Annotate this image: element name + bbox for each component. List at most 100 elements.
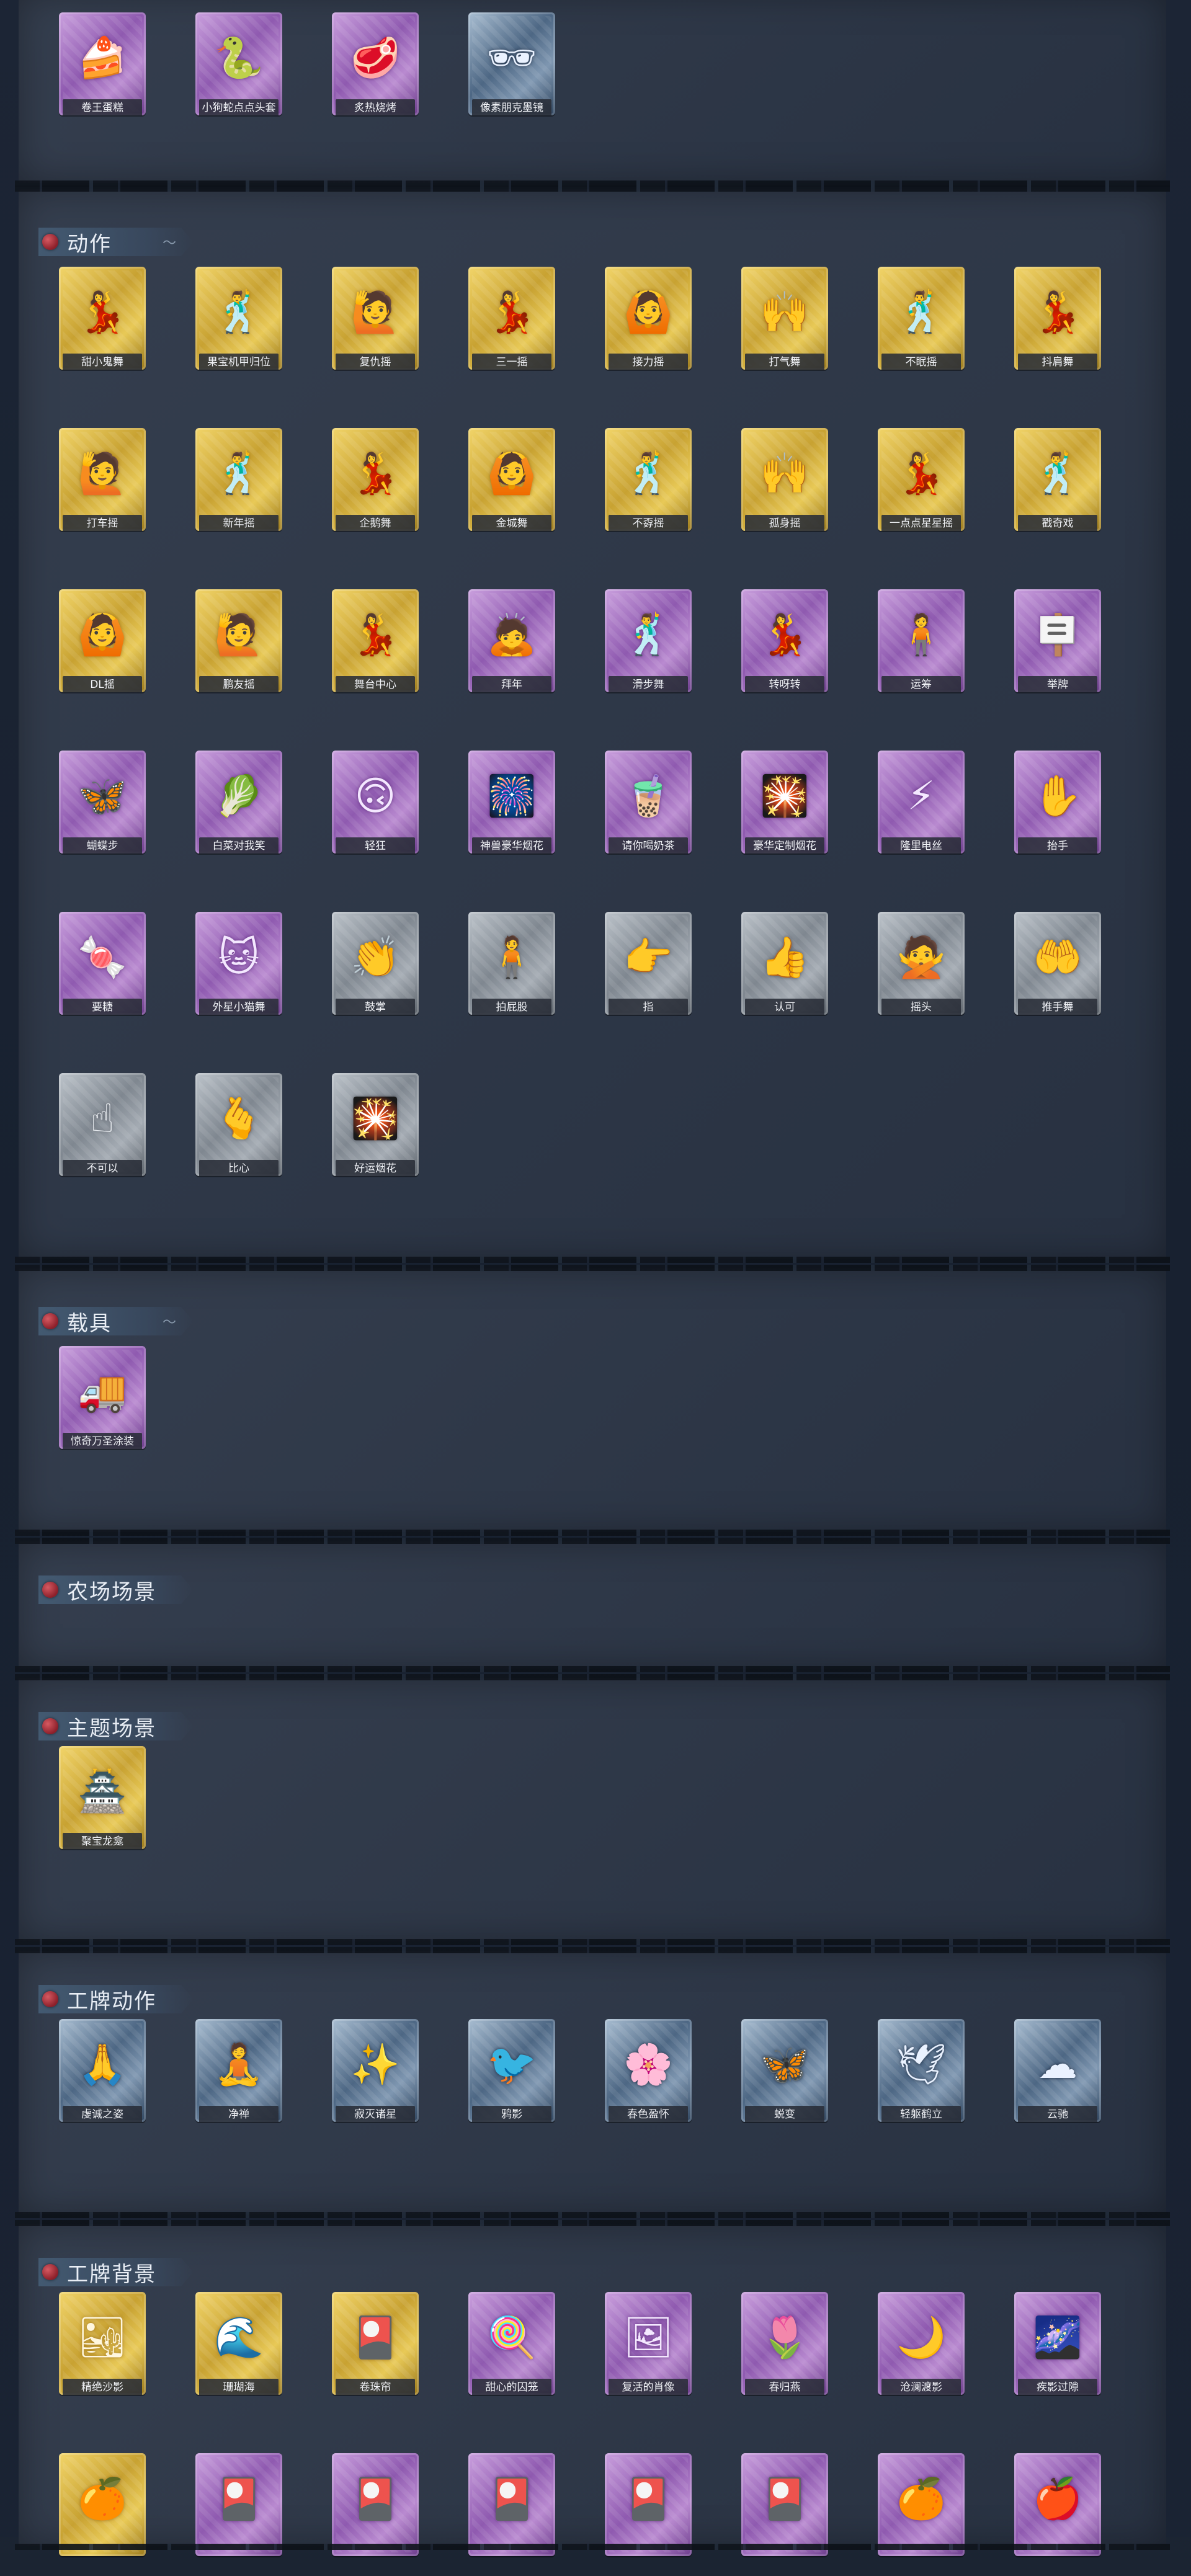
collection-item[interactable]: ✋ 抬手 xyxy=(1008,751,1107,873)
collection-item[interactable]: 🍊 xyxy=(872,2453,971,2576)
collection-item[interactable]: 🌷 春归燕 xyxy=(735,2292,834,2415)
collection-item[interactable]: 🙏 虔诚之姿 xyxy=(53,2019,152,2142)
collection-item[interactable]: 🕺 滑步舞 xyxy=(599,589,698,712)
item-card[interactable]: 🌌 疾影过隙 xyxy=(1014,2292,1101,2395)
item-card[interactable]: 🙆 接力摇 xyxy=(605,267,692,370)
collection-item[interactable]: 🙋 鹏友摇 xyxy=(189,589,288,712)
item-card[interactable]: 🙆 DL摇 xyxy=(59,589,146,692)
collection-item[interactable]: 🕺 不眠摇 xyxy=(872,267,971,390)
collection-item[interactable]: 🕺 不孬摇 xyxy=(599,428,698,551)
item-card[interactable]: 💃 企鹅舞 xyxy=(332,428,419,531)
item-card[interactable]: 🐱 外星小猫舞 xyxy=(195,912,282,1015)
item-card[interactable]: 🎴 xyxy=(468,2453,555,2556)
collection-item[interactable]: 🙇 拜年 xyxy=(462,589,561,712)
collection-item[interactable]: 🎆 神兽豪华烟花 xyxy=(462,751,561,873)
item-card[interactable]: 💃 三一摇 xyxy=(468,267,555,370)
collection-item[interactable]: 🎇 好运烟花 xyxy=(326,1073,425,1196)
item-card[interactable]: 🧘 净禅 xyxy=(195,2019,282,2122)
item-card[interactable]: 🎇 豪华定制烟花 xyxy=(741,751,828,853)
item-card[interactable]: 🙋 打车摇 xyxy=(59,428,146,531)
collection-item[interactable]: 🙃 轻狂 xyxy=(326,751,425,873)
item-card[interactable]: 👍 认可 xyxy=(741,912,828,1015)
collection-item[interactable]: 🧍 拍屁股 xyxy=(462,912,561,1035)
item-card[interactable]: 🙋 复仇摇 xyxy=(332,267,419,370)
item-card[interactable]: 🙏 虔诚之姿 xyxy=(59,2019,146,2122)
collection-item[interactable]: 👍 认可 xyxy=(735,912,834,1035)
item-card[interactable]: 🕊 轻躯鹤立 xyxy=(878,2019,965,2122)
item-card[interactable]: 🍰 卷王蛋糕 xyxy=(59,12,146,115)
collection-item[interactable]: 🍰 卷王蛋糕 xyxy=(53,12,152,135)
item-card[interactable]: 🤲 推手舞 xyxy=(1014,912,1101,1015)
item-card[interactable]: 🎴 xyxy=(332,2453,419,2556)
collection-item[interactable]: 🌙 沧澜渡影 xyxy=(872,2292,971,2415)
collection-item[interactable]: 🙋 复仇摇 xyxy=(326,267,425,390)
collection-item[interactable]: 🙋 打车摇 xyxy=(53,428,152,551)
item-card[interactable]: 💃 甜小鬼舞 xyxy=(59,267,146,370)
collection-item[interactable]: 👉 指 xyxy=(599,912,698,1035)
collection-item[interactable]: 💃 三一摇 xyxy=(462,267,561,390)
item-card[interactable]: 🎴 卷珠帘 xyxy=(332,2292,419,2395)
collection-item[interactable]: ✨ 寂灭诸星 xyxy=(326,2019,425,2142)
collection-item[interactable]: 🦋 蝴蝶步 xyxy=(53,751,152,873)
collection-item[interactable]: 🖼 复活的肖像 xyxy=(599,2292,698,2415)
item-card[interactable]: 🕺 不眠摇 xyxy=(878,267,965,370)
item-card[interactable]: 🙋 鹏友摇 xyxy=(195,589,282,692)
collection-item[interactable]: 🥩 炙热烧烤 xyxy=(326,12,425,135)
item-card[interactable]: 💃 舞台中心 xyxy=(332,589,419,692)
collection-item[interactable]: 🕺 戳奇戏 xyxy=(1008,428,1107,551)
collection-item[interactable]: ☝ 不可以 xyxy=(53,1073,152,1196)
item-card[interactable]: 🙌 孤身摇 xyxy=(741,428,828,531)
item-card[interactable]: 💃 一点点星星摇 xyxy=(878,428,965,531)
collection-item[interactable]: 🙆 接力摇 xyxy=(599,267,698,390)
collection-item[interactable]: 💃 舞台中心 xyxy=(326,589,425,712)
collection-item[interactable]: 💃 甜小鬼舞 xyxy=(53,267,152,390)
item-card[interactable]: 🪧 举牌 xyxy=(1014,589,1101,692)
item-card[interactable]: 🙌 打气舞 xyxy=(741,267,828,370)
collection-item[interactable]: 🏯 聚宝龙龛 xyxy=(53,1746,152,1869)
collection-item[interactable]: 🕺 新年摇 xyxy=(189,428,288,551)
item-card[interactable]: 🕺 新年摇 xyxy=(195,428,282,531)
item-card[interactable]: 🐦 鸦影 xyxy=(468,2019,555,2122)
item-card[interactable]: ✨ 寂灭诸星 xyxy=(332,2019,419,2122)
collection-item[interactable]: 💃 抖肩舞 xyxy=(1008,267,1107,390)
collection-item[interactable]: 🪧 举牌 xyxy=(1008,589,1107,712)
item-card[interactable]: 🚚 惊奇万圣涂装 xyxy=(59,1346,146,1449)
collection-item[interactable]: 💃 转呀转 xyxy=(735,589,834,712)
collection-item[interactable]: 🎴 xyxy=(735,2453,834,2576)
item-card[interactable]: ☁ 云驰 xyxy=(1014,2019,1101,2122)
item-card[interactable]: 🧍 拍屁股 xyxy=(468,912,555,1015)
collection-item[interactable]: 🍊 xyxy=(53,2453,152,2576)
item-card[interactable]: 🙆 金城舞 xyxy=(468,428,555,531)
collection-item[interactable]: 🙆 金城舞 xyxy=(462,428,561,551)
collection-item[interactable]: 🌊 珊瑚海 xyxy=(189,2292,288,2415)
collection-item[interactable]: ☁ 云驰 xyxy=(1008,2019,1107,2142)
collection-item[interactable]: 🙅 摇头 xyxy=(872,912,971,1035)
item-card[interactable]: 🏯 聚宝龙龛 xyxy=(59,1746,146,1849)
collection-item[interactable]: 🕊 轻躯鹤立 xyxy=(872,2019,971,2142)
item-card[interactable]: 🕺 果宝机甲归位 xyxy=(195,267,282,370)
collection-item[interactable]: 🕶 像素朋克墨镜 xyxy=(462,12,561,135)
item-card[interactable]: 🎴 xyxy=(605,2453,692,2556)
collection-item[interactable]: 💃 一点点星星摇 xyxy=(872,428,971,551)
item-card[interactable]: 🍭 甜心的囚笼 xyxy=(468,2292,555,2395)
item-card[interactable]: 👏 鼓掌 xyxy=(332,912,419,1015)
collection-item[interactable]: 🍬 要糖 xyxy=(53,912,152,1035)
item-card[interactable]: 🦋 蝴蝶步 xyxy=(59,751,146,853)
collection-item[interactable]: 🎴 卷珠帘 xyxy=(326,2292,425,2415)
item-card[interactable]: 🖼 复活的肖像 xyxy=(605,2292,692,2395)
collection-item[interactable]: 🌌 疾影过隙 xyxy=(1008,2292,1107,2415)
collection-item[interactable]: 🐱 外星小猫舞 xyxy=(189,912,288,1035)
collection-item[interactable]: 🐦 鸦影 xyxy=(462,2019,561,2142)
collection-item[interactable]: 👏 鼓掌 xyxy=(326,912,425,1035)
collection-item[interactable]: 🦋 蜕变 xyxy=(735,2019,834,2142)
item-card[interactable]: 🫰 比心 xyxy=(195,1073,282,1176)
item-card[interactable]: 🏜 精绝沙影 xyxy=(59,2292,146,2395)
collection-item[interactable]: 🧘 净禅 xyxy=(189,2019,288,2142)
item-card[interactable]: 🍬 要糖 xyxy=(59,912,146,1015)
item-card[interactable]: 🍊 xyxy=(59,2453,146,2556)
collection-item[interactable]: 🙌 孤身摇 xyxy=(735,428,834,551)
item-card[interactable]: 🥬 白菜对我笑 xyxy=(195,751,282,853)
item-card[interactable]: 💃 抖肩舞 xyxy=(1014,267,1101,370)
item-card[interactable]: 🌸 春色盈怀 xyxy=(605,2019,692,2122)
item-card[interactable]: ⚡ 隆里电丝 xyxy=(878,751,965,853)
